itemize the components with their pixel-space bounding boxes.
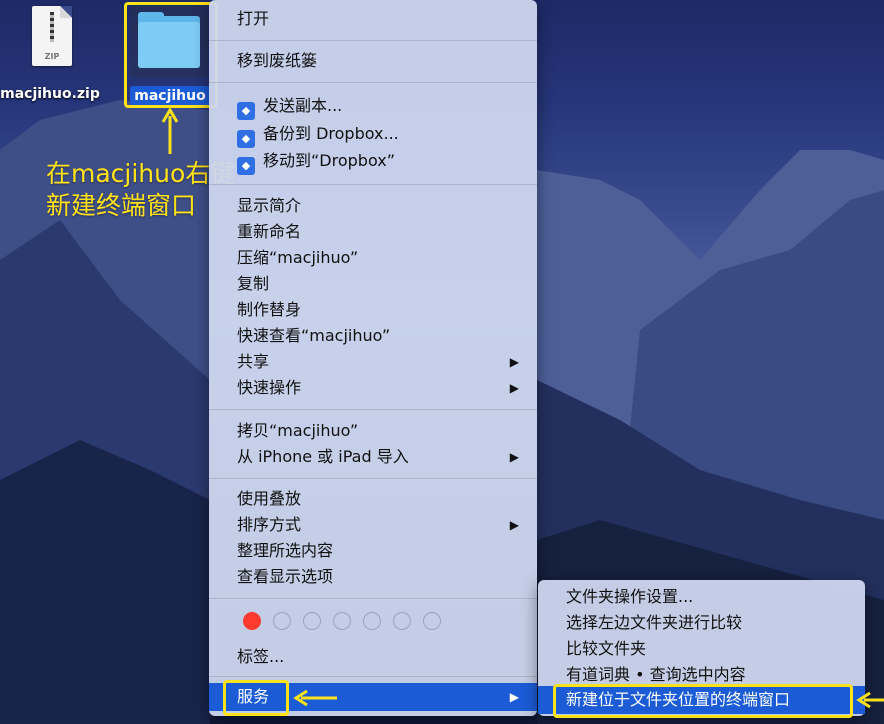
menu-item-tags[interactable]: 标签... — [209, 644, 537, 670]
move-dropbox-label: 移动到“Dropbox” — [263, 151, 395, 170]
submenu-arrow-icon: ▶ — [509, 381, 519, 395]
tag-yellow[interactable] — [303, 612, 321, 630]
zip-file-label: macjihuo.zip — [0, 86, 100, 102]
annotation-line-1: 在macjihuo右键 — [46, 159, 236, 188]
annotation-text: 在macjihuo右键 新建终端窗口 — [46, 158, 235, 222]
quick-actions-label: 快速操作 — [237, 378, 302, 397]
import-iphone-label: 从 iPhone 或 iPad 导入 — [237, 447, 409, 466]
menu-item-trash[interactable]: 移到废纸篓 — [209, 48, 537, 74]
dropbox-icon: ◆ — [237, 157, 255, 175]
menu-item-view-options[interactable]: 查看显示选项 — [209, 564, 537, 590]
tag-blue[interactable] — [363, 612, 381, 630]
zip-document-icon: ZIP — [32, 6, 72, 66]
menu-item-use-stacks[interactable]: 使用叠放 — [209, 486, 537, 512]
zip-badge: ZIP — [44, 52, 60, 61]
submenu-item-compare-folders[interactable]: 比较文件夹 — [538, 636, 865, 662]
menu-item-quick-look[interactable]: 快速查看“macjihuo” — [209, 323, 537, 349]
submenu-arrow-icon: ▶ — [509, 518, 519, 532]
menu-item-compress[interactable]: 压缩“macjihuo” — [209, 245, 537, 271]
menu-item-copy[interactable]: 拷贝“macjihuo” — [209, 418, 537, 444]
tag-colors — [243, 612, 453, 634]
submenu-arrow-icon: ▶ — [509, 450, 519, 464]
menu-item-duplicate[interactable]: 复制 — [209, 271, 537, 297]
dropbox-icon: ◆ — [237, 102, 255, 120]
menu-item-import-iphone[interactable]: 从 iPhone 或 iPad 导入 ▶ — [209, 444, 537, 470]
menu-item-quick-actions[interactable]: 快速操作 ▶ — [209, 375, 537, 401]
dropbox-icon: ◆ — [237, 130, 255, 148]
folder-highlight-box — [124, 2, 218, 108]
zip-file-icon[interactable]: ZIP macjihuo.zip — [0, 0, 100, 110]
send-copy-label: 发送副本... — [263, 96, 343, 115]
services-highlight-box — [223, 680, 289, 716]
menu-item-open[interactable]: 打开 — [209, 6, 537, 32]
tag-red[interactable] — [243, 612, 261, 630]
menu-item-clean-up[interactable]: 整理所选内容 — [209, 538, 537, 564]
left-arrow-icon — [293, 689, 337, 707]
menu-item-share[interactable]: 共享 ▶ — [209, 349, 537, 375]
submenu-arrow-icon: ▶ — [509, 355, 519, 369]
menu-item-backup-dropbox[interactable]: ◆ 备份到 Dropbox... — [209, 121, 537, 148]
submenu-item-folder-actions[interactable]: 文件夹操作设置... — [538, 584, 865, 610]
menu-item-rename[interactable]: 重新命名 — [209, 219, 537, 245]
tag-orange[interactable] — [273, 612, 291, 630]
left-arrow-icon-2 — [856, 691, 884, 709]
tag-gray[interactable] — [423, 612, 441, 630]
tag-green[interactable] — [333, 612, 351, 630]
tag-purple[interactable] — [393, 612, 411, 630]
menu-item-move-dropbox[interactable]: ◆ 移动到“Dropbox” — [209, 148, 537, 175]
share-label: 共享 — [237, 352, 270, 371]
menu-item-make-alias[interactable]: 制作替身 — [209, 297, 537, 323]
menu-item-sort-by[interactable]: 排序方式 ▶ — [209, 512, 537, 538]
submenu-arrow-icon: ▶ — [509, 690, 519, 704]
sort-by-label: 排序方式 — [237, 515, 302, 534]
menu-item-get-info[interactable]: 显示简介 — [209, 193, 537, 219]
annotation-line-2: 新建终端窗口 — [46, 191, 197, 220]
submenu-item-compare-left[interactable]: 选择左边文件夹进行比较 — [538, 610, 865, 636]
menu-item-send-copy[interactable]: ◆ 发送副本... — [209, 93, 537, 120]
terminal-highlight-box — [553, 684, 853, 718]
backup-dropbox-label: 备份到 Dropbox... — [263, 124, 399, 143]
up-arrow-icon — [161, 107, 179, 154]
context-menu: 打开 移到废纸篓 ◆ 发送副本... ◆ 备份到 Dropbox... ◆ 移动到“D… — [209, 0, 537, 716]
